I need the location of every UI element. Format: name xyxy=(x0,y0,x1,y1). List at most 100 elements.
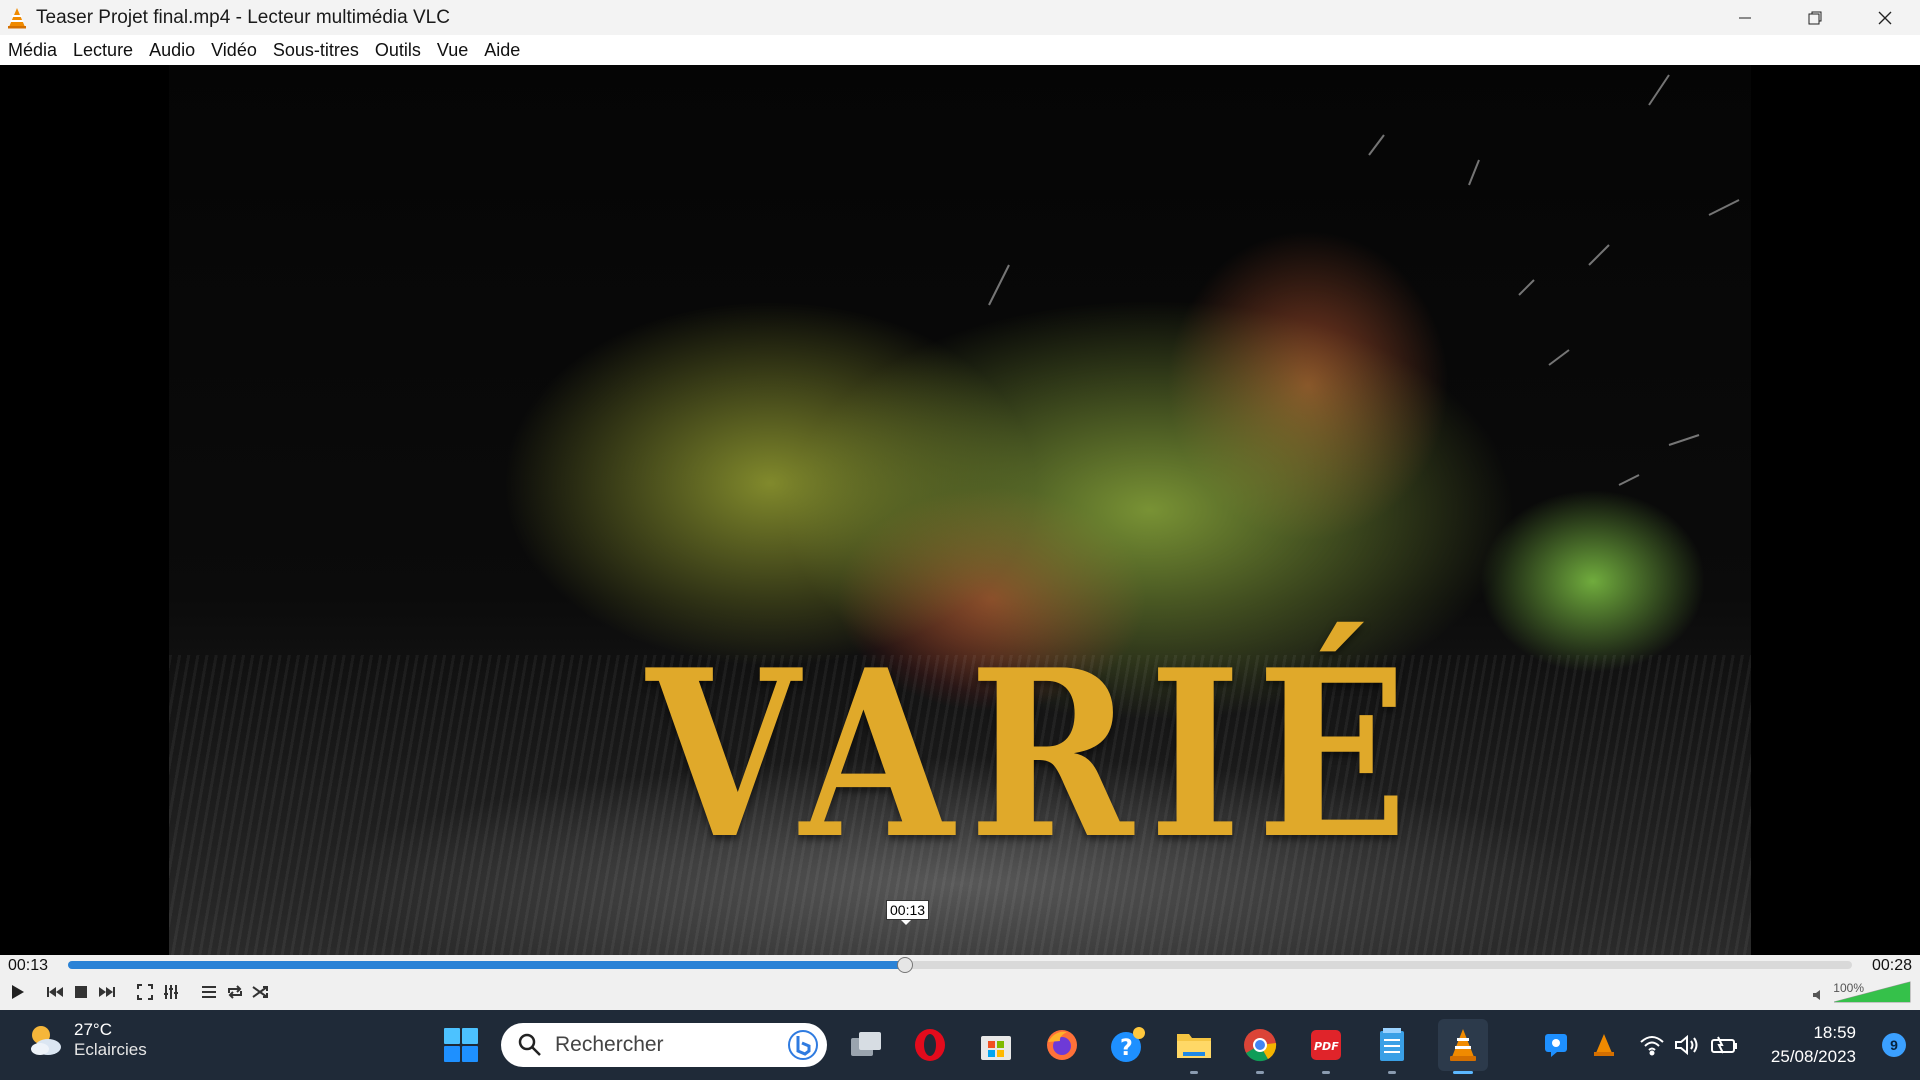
shuffle-button[interactable] xyxy=(248,979,274,1005)
notepad-icon xyxy=(1380,1028,1404,1061)
taskbar: 27°C Eclaircies Rechercher ? PDF 18:59 2… xyxy=(0,1010,1920,1080)
vlc-cone-icon xyxy=(8,7,26,28)
minimize-icon xyxy=(1739,17,1751,18)
restore-button[interactable] xyxy=(1780,0,1850,35)
stop-icon xyxy=(75,986,87,998)
menu-aide[interactable]: Aide xyxy=(484,40,520,61)
menu-media[interactable]: Média xyxy=(8,40,57,61)
weather-description: Eclaircies xyxy=(74,1040,147,1059)
vlc-cone-icon xyxy=(1450,1029,1476,1061)
player-controls: 00:13 00:28 100% xyxy=(0,955,1920,1010)
elapsed-time: 00:13 xyxy=(8,957,49,974)
stop-button[interactable] xyxy=(68,979,94,1005)
clock-date: 25/08/2023 xyxy=(1770,1047,1856,1066)
chat-icon xyxy=(1545,1034,1567,1057)
seek-bar[interactable] xyxy=(68,957,1852,973)
vlc-tray-icon xyxy=(1594,1034,1614,1056)
video-frame: VARIÉ xyxy=(169,65,1751,955)
taskbar-pdf-reader[interactable]: PDF xyxy=(1306,1025,1346,1074)
battery-charging-icon xyxy=(1711,1036,1737,1054)
wifi-icon xyxy=(1640,1036,1664,1056)
tray-volume[interactable] xyxy=(1673,1031,1701,1059)
video-overlay-text: VARIÉ xyxy=(646,620,1424,890)
menu-video[interactable]: Vidéo xyxy=(211,40,257,61)
menu-vue[interactable]: Vue xyxy=(437,40,468,61)
taskbar-search[interactable]: Rechercher xyxy=(501,1023,827,1067)
speaker-icon xyxy=(1675,1034,1698,1056)
weather-partly-cloudy-icon xyxy=(31,1026,61,1055)
previous-button[interactable] xyxy=(42,979,68,1005)
loop-button[interactable] xyxy=(222,979,248,1005)
opera-icon xyxy=(915,1029,945,1061)
playlist-button[interactable] xyxy=(196,979,222,1005)
tray-wifi[interactable] xyxy=(1638,1031,1666,1059)
playlist-icon xyxy=(202,986,216,998)
tray-messenger[interactable] xyxy=(1542,1031,1570,1059)
firefox-icon xyxy=(1047,1030,1077,1060)
loop-icon xyxy=(228,985,242,999)
fullscreen-icon xyxy=(137,984,153,1000)
taskbar-help[interactable]: ? xyxy=(1108,1025,1148,1065)
notification-badge[interactable]: 9 xyxy=(1882,1033,1906,1057)
pdf-icon: PDF xyxy=(1311,1030,1341,1060)
seek-handle[interactable] xyxy=(896,957,913,973)
previous-icon xyxy=(47,987,63,997)
help-icon: ? xyxy=(1111,1027,1145,1062)
title-bar: Teaser Projet final.mp4 - Lecteur multim… xyxy=(0,0,1920,35)
menu-bar: Média Lecture Audio Vidéo Sous-titres Ou… xyxy=(0,35,1920,65)
search-icon xyxy=(518,1033,541,1056)
fullscreen-button[interactable] xyxy=(132,979,158,1005)
tray-battery[interactable] xyxy=(1710,1031,1738,1059)
window-title: Teaser Projet final.mp4 - Lecteur multim… xyxy=(36,6,450,28)
weather-widget[interactable]: 27°C Eclaircies xyxy=(26,1020,147,1060)
running-indicator xyxy=(1388,1071,1396,1074)
running-indicator xyxy=(1190,1071,1198,1074)
active-indicator xyxy=(1453,1071,1473,1074)
menu-sous-titres[interactable]: Sous-titres xyxy=(273,40,359,61)
taskbar-notepad[interactable] xyxy=(1372,1025,1412,1074)
speaker-icon xyxy=(1813,990,1820,1000)
taskbar-file-explorer[interactable] xyxy=(1174,1025,1214,1074)
task-view-icon xyxy=(851,1032,881,1056)
folder-icon xyxy=(1177,1034,1211,1058)
clock-time: 18:59 xyxy=(1813,1023,1856,1042)
running-indicator xyxy=(1256,1071,1264,1074)
close-button[interactable] xyxy=(1850,0,1920,35)
extended-settings-button[interactable] xyxy=(158,979,184,1005)
next-icon xyxy=(99,987,115,997)
taskbar-chrome[interactable] xyxy=(1240,1025,1280,1074)
seek-progress xyxy=(68,961,905,969)
video-area[interactable]: VARIÉ 00:13 xyxy=(0,65,1920,955)
svg-text:PDF: PDF xyxy=(1314,1040,1339,1053)
next-button[interactable] xyxy=(94,979,120,1005)
taskbar-firefox[interactable] xyxy=(1042,1025,1082,1065)
close-icon xyxy=(1878,11,1892,24)
equalizer-icon xyxy=(164,985,178,999)
windows-start-icon[interactable] xyxy=(443,1027,479,1063)
play-icon xyxy=(12,985,24,999)
menu-audio[interactable]: Audio xyxy=(149,40,195,61)
system-clock[interactable]: 18:59 25/08/2023 xyxy=(1771,1021,1856,1069)
restore-icon xyxy=(1808,11,1822,24)
total-duration[interactable]: 00:28 xyxy=(1872,955,1912,977)
volume-slider[interactable] xyxy=(1834,980,1912,1004)
taskbar-task-view[interactable] xyxy=(846,1025,886,1065)
seek-tooltip: 00:13 xyxy=(886,900,930,925)
menu-outils[interactable]: Outils xyxy=(375,40,421,61)
shuffle-icon xyxy=(252,986,268,998)
microsoft-store-icon xyxy=(981,1036,1011,1060)
taskbar-vlc[interactable] xyxy=(1438,1019,1488,1074)
taskbar-microsoft-store[interactable] xyxy=(976,1025,1016,1065)
taskbar-opera[interactable] xyxy=(910,1025,950,1065)
running-indicator xyxy=(1322,1071,1330,1074)
minimize-button[interactable] xyxy=(1710,0,1780,35)
tray-vlc[interactable] xyxy=(1590,1031,1618,1059)
play-button[interactable] xyxy=(4,979,30,1005)
volume-control[interactable]: 100% xyxy=(1812,980,1912,1004)
menu-lecture[interactable]: Lecture xyxy=(73,40,133,61)
weather-temperature: 27°C xyxy=(74,1020,112,1039)
bing-icon xyxy=(788,1030,818,1060)
svg-text:?: ? xyxy=(1120,1036,1133,1061)
chrome-icon xyxy=(1244,1029,1277,1062)
search-placeholder: Rechercher xyxy=(555,1033,664,1056)
